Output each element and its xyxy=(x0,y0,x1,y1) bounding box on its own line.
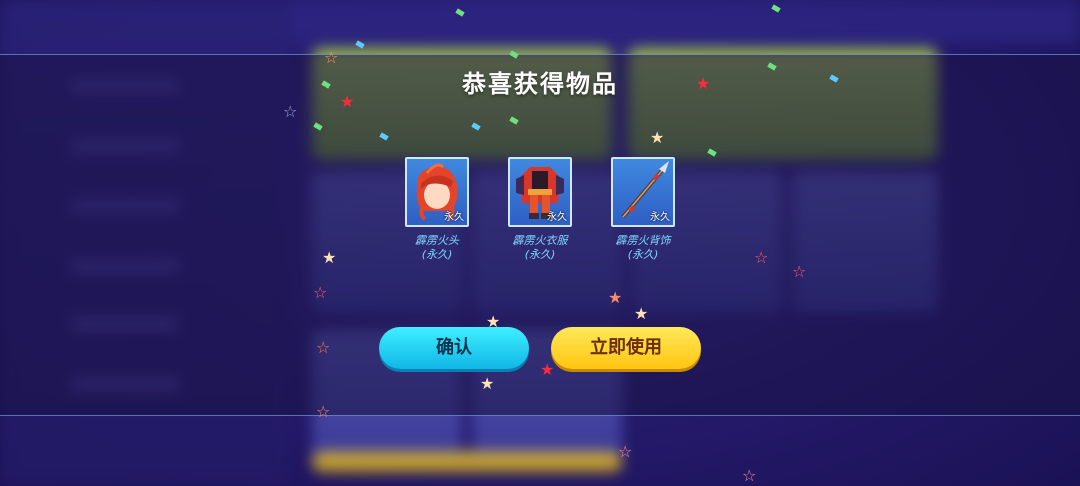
star-icon: ☆ xyxy=(792,262,807,281)
star-icon: ☆ xyxy=(316,402,331,421)
star-icon: ☆ xyxy=(742,466,757,485)
star-icon: ★ xyxy=(608,288,623,307)
star-icon: ★ xyxy=(322,248,337,267)
star-icon: ☆ xyxy=(618,442,633,461)
star-icon: ☆ xyxy=(316,338,331,357)
star-icon: ★ xyxy=(634,304,649,323)
use-now-button[interactable]: 立即使用 xyxy=(551,327,701,369)
reward-item-duration: (永久) xyxy=(627,248,659,261)
reward-item-frame[interactable]: 永久 xyxy=(405,157,469,227)
background-tile xyxy=(312,452,622,472)
reward-item-duration: (永久) xyxy=(524,248,556,261)
star-icon: ★ xyxy=(650,128,665,147)
star-icon: ☆ xyxy=(754,248,769,267)
permanent-badge: 永久 xyxy=(444,212,464,223)
reward-item[interactable]: 永久 霹雳火头 (永久) xyxy=(377,157,497,262)
reward-item-name: 霹雳火头 xyxy=(415,234,459,247)
permanent-badge: 永久 xyxy=(547,212,567,223)
star-icon: ☆ xyxy=(283,102,298,121)
star-icon: ★ xyxy=(480,374,495,393)
reward-item[interactable]: 永久 霹雳火衣服 (永久) xyxy=(480,157,600,262)
reward-item[interactable]: 永久 霹雳火背饰 (永久) xyxy=(583,157,703,262)
star-icon: ☆ xyxy=(313,283,328,302)
reward-item-frame[interactable]: 永久 xyxy=(611,157,675,227)
reward-item-frame[interactable]: 永久 xyxy=(508,157,572,227)
permanent-badge: 永久 xyxy=(650,212,670,223)
reward-item-name: 霹雳火衣服 xyxy=(512,234,568,247)
confirm-button[interactable]: 确认 xyxy=(379,327,529,369)
dialog-title: 恭喜获得物品 xyxy=(462,70,618,98)
reward-item-name: 霹雳火背饰 xyxy=(615,234,671,247)
reward-item-duration: (永久) xyxy=(421,248,453,261)
star-icon: ★ xyxy=(540,360,555,379)
